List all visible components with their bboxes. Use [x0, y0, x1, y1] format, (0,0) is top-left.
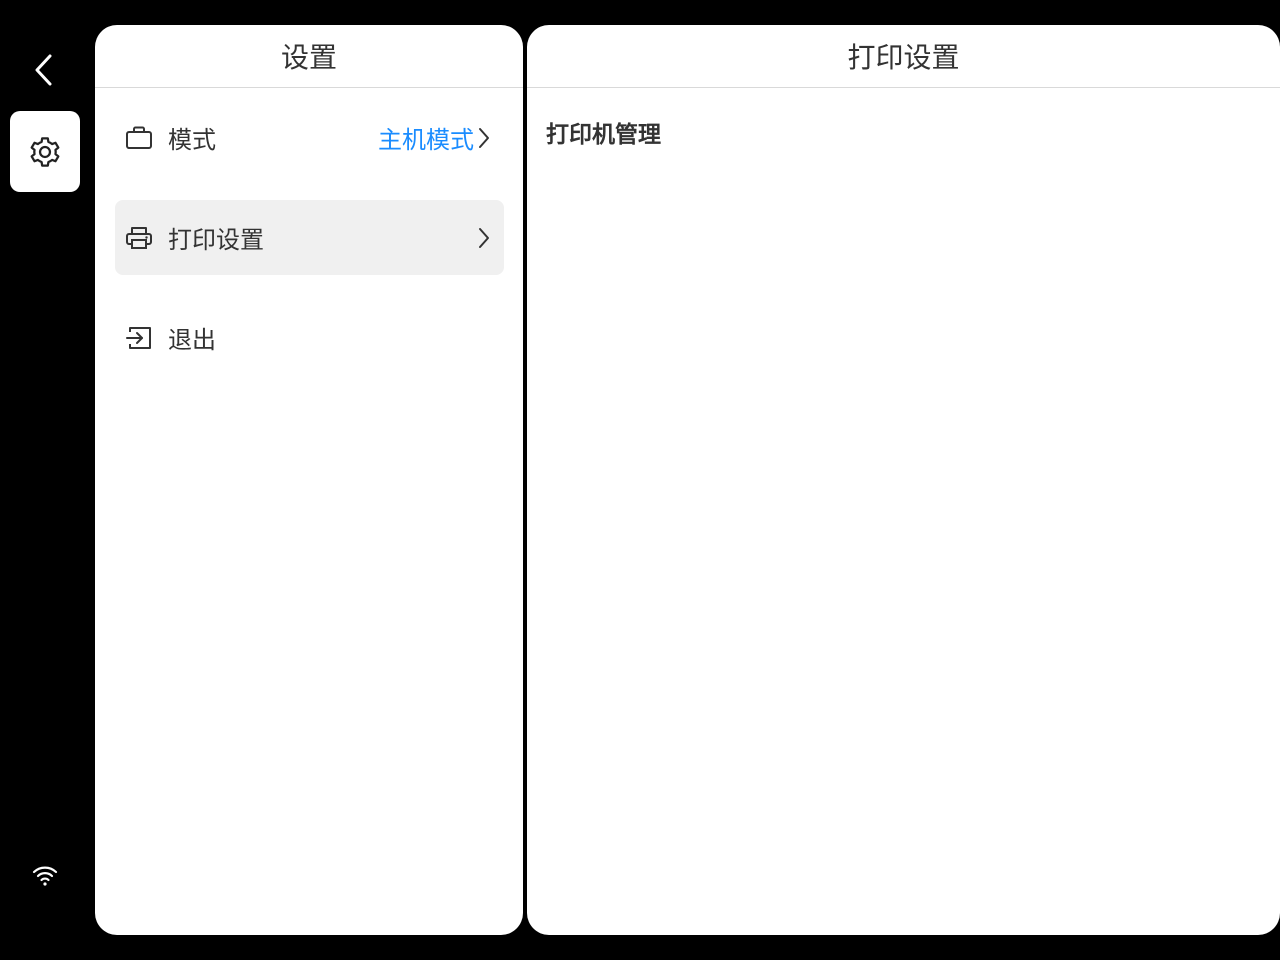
printer-management-heading: 打印机管理	[546, 122, 661, 148]
back-button[interactable]	[20, 48, 68, 92]
menu-item-print-settings[interactable]: 打印设置	[115, 200, 504, 275]
mode-value: 主机模式	[378, 126, 474, 154]
settings-panel: 设置 模式 主机模式 打印设置 退出	[95, 25, 523, 935]
exit-icon	[125, 324, 153, 352]
gear-icon	[30, 136, 60, 167]
menu-item-label: 打印设置	[168, 226, 264, 254]
menu-item-mode[interactable]: 模式 主机模式	[115, 100, 504, 175]
print-settings-title: 打印设置	[527, 25, 1280, 88]
wifi-icon	[32, 866, 58, 886]
chevron-right-icon	[476, 126, 492, 150]
chevron-right-icon	[476, 226, 492, 250]
chevron-left-icon	[35, 54, 52, 86]
briefcase-icon	[125, 124, 153, 152]
settings-panel-title: 设置	[95, 25, 523, 88]
nav-settings-button[interactable]	[10, 111, 80, 192]
menu-item-label: 退出	[168, 326, 216, 354]
settings-screen: 设置 模式 主机模式 打印设置 退出 打印设置 打印机管理	[0, 0, 1280, 960]
menu-item-exit[interactable]: 退出	[115, 300, 504, 375]
wifi-status	[24, 855, 66, 895]
menu-item-label: 模式	[168, 126, 216, 154]
print-settings-panel: 打印设置 打印机管理	[527, 25, 1280, 935]
printer-icon	[125, 224, 153, 252]
